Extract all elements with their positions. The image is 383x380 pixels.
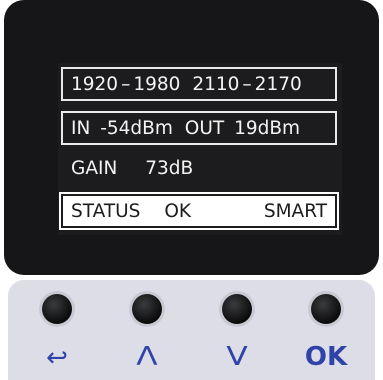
lcd-panel: 1920–1980 2110–2170 IN -54dBm OUT 19dBm … xyxy=(58,63,342,235)
gain-label: GAIN xyxy=(71,158,118,179)
keypad-panel: ↩ Λ V OK xyxy=(8,280,375,380)
chevron-up-icon: Λ xyxy=(136,342,158,372)
chevron-down-icon: V xyxy=(226,342,248,372)
power-row: IN -54dBm OUT 19dBm xyxy=(61,111,337,145)
input-label: IN xyxy=(71,118,91,139)
lcd-bezel: 1920–1980 2110–2170 IN -54dBm OUT 19dBm … xyxy=(4,0,379,275)
output-power-value: 19dBm xyxy=(234,118,301,139)
status-row: STATUS OK SMART xyxy=(59,192,339,230)
status-label: STATUS xyxy=(71,201,141,222)
back-key-button[interactable] xyxy=(42,294,72,324)
freq-dash: – xyxy=(121,74,131,95)
freq-uplink-start: 1920 xyxy=(71,74,119,95)
back-arrow-icon: ↩ xyxy=(46,343,68,373)
mode-value: SMART xyxy=(263,201,327,222)
freq-dash: – xyxy=(242,74,252,95)
frequency-row: 1920–1980 2110–2170 xyxy=(61,67,337,101)
status-value: OK xyxy=(164,201,192,222)
up-key-button[interactable] xyxy=(132,294,162,324)
input-power-value: -54dBm xyxy=(100,118,173,139)
ok-key-button[interactable] xyxy=(311,294,341,324)
down-key-button[interactable] xyxy=(222,294,252,324)
freq-downlink-end: 2170 xyxy=(254,74,302,95)
freq-downlink-start: 2110 xyxy=(192,74,240,95)
repeater-device: 1920–1980 2110–2170 IN -54dBm OUT 19dBm … xyxy=(0,0,383,380)
freq-uplink-end: 1980 xyxy=(133,74,181,95)
gain-value: 73dB xyxy=(145,158,194,179)
gain-row: GAIN 73dB xyxy=(61,151,337,185)
ok-label: OK xyxy=(304,342,348,372)
output-label: OUT xyxy=(184,118,225,139)
